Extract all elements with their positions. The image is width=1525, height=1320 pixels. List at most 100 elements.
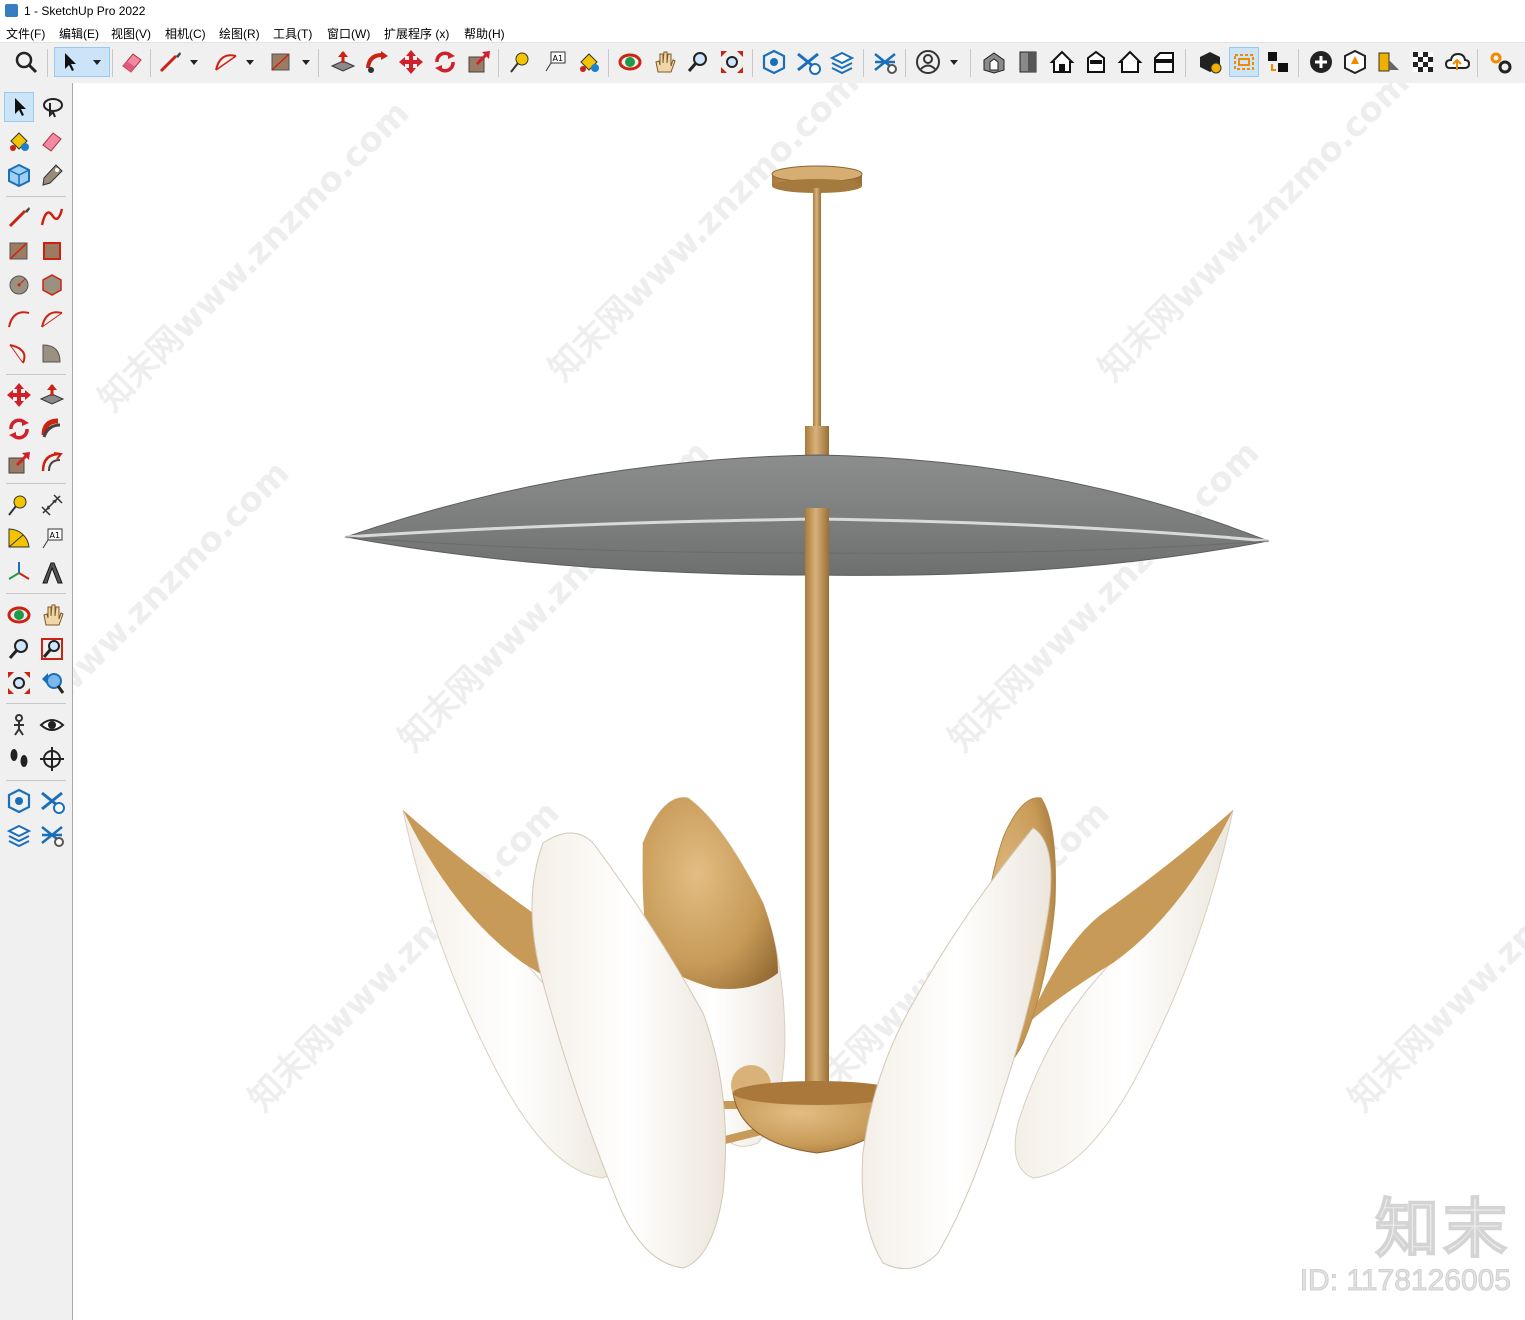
pendant-lamp-model[interactable]: 知末网www.znzmo.com 知末网www.znzmo.com 知末网www… <box>73 83 1525 1320</box>
chevron-down-icon[interactable] <box>190 60 198 65</box>
section-camera-icon[interactable] <box>1264 48 1292 76</box>
menu-draw[interactable]: 绘图(R) <box>219 25 260 42</box>
back-edges-icon[interactable] <box>1229 47 1259 77</box>
menu-camera[interactable]: 相机(C) <box>165 25 206 42</box>
extension-manager-icon[interactable] <box>871 48 899 76</box>
menu-edit[interactable]: 编辑(E) <box>59 25 99 42</box>
zoom-search-icon[interactable] <box>12 48 40 76</box>
polygon-icon[interactable] <box>38 271 66 299</box>
menu-extensions[interactable]: 扩展程序 (x) <box>384 25 449 42</box>
orbit-icon[interactable] <box>5 601 33 629</box>
right-view-icon[interactable] <box>1082 48 1110 76</box>
rotate-icon[interactable] <box>5 415 33 443</box>
menu-file[interactable]: 文件(F) <box>6 25 45 42</box>
text-tool-icon[interactable]: A1 <box>38 525 66 553</box>
left-view-icon[interactable] <box>1150 48 1178 76</box>
warehouse-icon[interactable] <box>5 787 33 815</box>
chevron-down-icon[interactable] <box>246 60 254 65</box>
zoom-icon[interactable] <box>684 48 712 76</box>
settings-gear-icon[interactable] <box>1486 48 1514 76</box>
arc-icon[interactable] <box>5 305 33 333</box>
rectangle-icon[interactable] <box>267 48 295 76</box>
chevron-down-icon[interactable] <box>302 60 310 65</box>
push-pull-icon[interactable] <box>329 48 357 76</box>
pan-hand-icon[interactable] <box>38 601 66 629</box>
layers-share-icon[interactable] <box>5 821 33 849</box>
offset-icon[interactable] <box>38 449 66 477</box>
layers-share-icon[interactable] <box>828 48 856 76</box>
eraser-icon[interactable] <box>38 127 66 155</box>
menu-tools[interactable]: 工具(T) <box>273 25 312 42</box>
sandbox-icon[interactable] <box>1341 48 1369 76</box>
section-plane-icon[interactable] <box>38 745 66 773</box>
user-account-icon[interactable] <box>914 48 942 76</box>
previous-view-icon[interactable] <box>38 669 66 697</box>
extension-warehouse-icon[interactable] <box>38 787 66 815</box>
select-tool-button[interactable] <box>54 47 110 77</box>
circle-icon[interactable] <box>5 271 33 299</box>
position-camera-icon[interactable] <box>5 711 33 739</box>
shell-front-right[interactable] <box>861 827 1052 1270</box>
push-pull-icon[interactable] <box>38 381 66 409</box>
chevron-down-icon[interactable] <box>950 60 958 65</box>
dimension-icon[interactable] <box>38 491 66 519</box>
protractor-icon[interactable] <box>5 525 33 553</box>
pie-icon[interactable] <box>38 339 66 367</box>
extension-manager-icon[interactable] <box>38 821 66 849</box>
rotated-rectangle-icon[interactable] <box>38 237 66 265</box>
styles-checker-icon[interactable] <box>1409 48 1437 76</box>
follow-me-icon[interactable] <box>38 415 66 443</box>
make-component-icon[interactable] <box>5 161 33 189</box>
axes-icon[interactable] <box>5 559 33 587</box>
tape-measure-icon[interactable] <box>507 48 535 76</box>
freehand-icon[interactable] <box>38 203 66 231</box>
scale-icon[interactable] <box>465 48 493 76</box>
chevron-down-icon[interactable] <box>93 60 101 65</box>
cloud-upload-icon[interactable] <box>1443 48 1471 76</box>
arc-icon[interactable] <box>212 48 240 76</box>
3d-text-icon[interactable] <box>38 559 66 587</box>
upper-rod[interactable] <box>813 188 821 428</box>
x-ray-icon[interactable] <box>1196 48 1224 76</box>
move-icon[interactable] <box>397 48 425 76</box>
front-view-icon[interactable] <box>1048 48 1076 76</box>
menu-view[interactable]: 视图(V) <box>111 25 151 42</box>
follow-me-icon[interactable] <box>363 48 391 76</box>
add-location-icon[interactable] <box>1307 48 1335 76</box>
pencil-line-icon[interactable] <box>156 48 184 76</box>
eraser-icon[interactable] <box>118 48 146 76</box>
text-tool-icon[interactable]: A1 <box>541 48 569 76</box>
rectangle-icon[interactable] <box>5 237 33 265</box>
zoom-icon[interactable] <box>5 635 33 663</box>
svg-text:知末网www.znzmo.com: 知末网www.znzmo.com <box>1341 793 1525 1119</box>
extension-warehouse-icon[interactable] <box>794 48 822 76</box>
scale-icon[interactable] <box>5 449 33 477</box>
line-tool-icon[interactable] <box>5 203 33 231</box>
main-stem[interactable] <box>805 508 829 1108</box>
menu-help[interactable]: 帮助(H) <box>464 25 505 42</box>
three-point-arc-icon[interactable] <box>5 339 33 367</box>
move-icon[interactable] <box>5 381 33 409</box>
back-view-icon[interactable] <box>1116 48 1144 76</box>
zoom-extents-icon[interactable] <box>718 48 746 76</box>
shadows-icon[interactable] <box>1375 48 1403 76</box>
rotate-icon[interactable] <box>431 48 459 76</box>
select-arrow-icon[interactable] <box>4 92 34 122</box>
iso-view-icon[interactable] <box>980 48 1008 76</box>
orbit-icon[interactable] <box>616 48 644 76</box>
walk-footprints-icon[interactable] <box>5 745 33 773</box>
zoom-extents-icon[interactable] <box>5 669 33 697</box>
tape-measure-icon[interactable] <box>5 491 33 519</box>
tag-tool-icon[interactable] <box>38 161 66 189</box>
menu-window[interactable]: 窗口(W) <box>327 25 370 42</box>
two-point-arc-icon[interactable] <box>38 305 66 333</box>
paint-bucket-icon[interactable] <box>5 127 33 155</box>
zoom-window-icon[interactable] <box>38 635 66 663</box>
look-around-eye-icon[interactable] <box>38 711 66 739</box>
drawing-viewport[interactable]: 知末网www.znzmo.com 知末网www.znzmo.com 知末网www… <box>73 83 1525 1320</box>
top-view-icon[interactable] <box>1014 48 1042 76</box>
paint-bucket-icon[interactable] <box>575 48 603 76</box>
pan-hand-icon[interactable] <box>650 48 678 76</box>
warehouse-icon[interactable] <box>760 48 788 76</box>
lasso-select-icon[interactable] <box>38 93 66 121</box>
